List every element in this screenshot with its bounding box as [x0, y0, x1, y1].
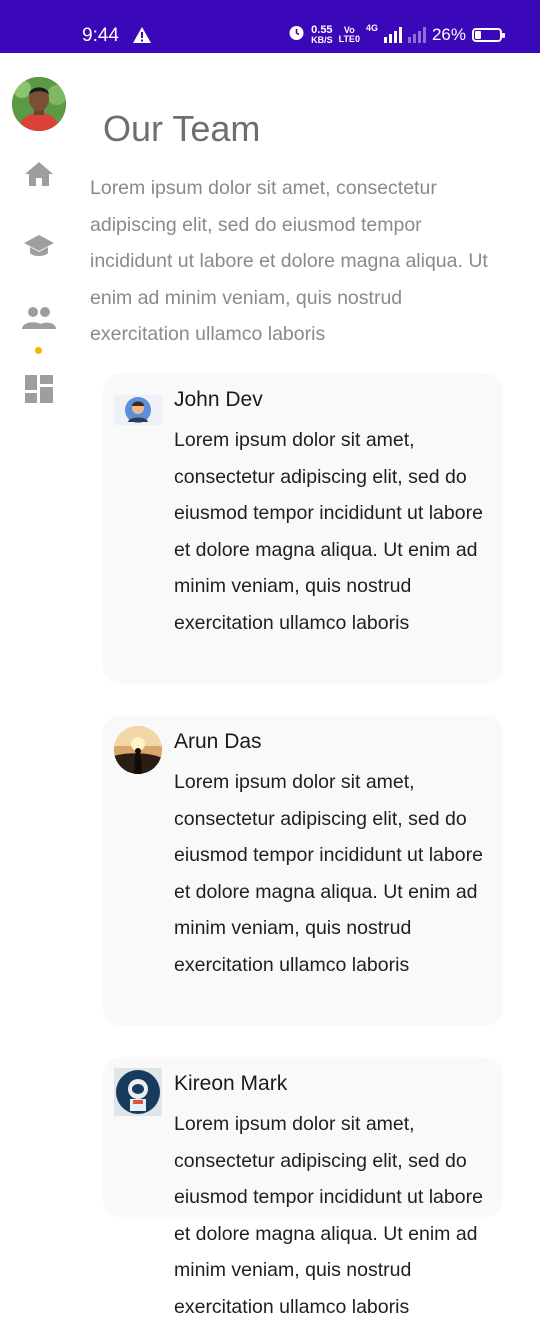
signal-icon — [383, 27, 402, 43]
network-type: 4G — [365, 23, 378, 33]
signal-sim2-icon — [407, 27, 426, 43]
avatar — [114, 1068, 162, 1116]
battery-icon — [472, 28, 505, 42]
avatar — [114, 726, 162, 774]
member-name: Arun Das — [174, 730, 262, 753]
member-bio: Lorem ipsum dolor sit amet, consectetur … — [174, 771, 483, 976]
team-card[interactable]: Kireon Mark Lorem ipsum dolor sit amet, … — [103, 1057, 503, 1318]
people-icon[interactable] — [22, 301, 56, 335]
status-time: 9:44 — [82, 25, 119, 46]
dashboard-icon[interactable] — [22, 372, 56, 406]
intro-text: Lorem ipsum dolor sit amet, consectetur … — [90, 177, 488, 346]
network-speed: 0.55 KB/S — [311, 24, 333, 45]
home-icon[interactable] — [22, 157, 56, 191]
status-icons: 0.55 KB/S Vo LTE0 4G 26% — [288, 23, 505, 46]
active-nav-indicator — [35, 347, 42, 354]
status-bar: 9:44 0.55 KB/S Vo LTE0 4G 26% — [0, 0, 540, 53]
side-nav — [0, 53, 78, 453]
volte-indicator: Vo LTE0 — [338, 25, 360, 44]
team-card[interactable]: Arun Das Lorem ipsum dolor sit amet, con… — [103, 715, 503, 1026]
avatar — [114, 395, 162, 425]
alarm-icon — [288, 24, 305, 46]
member-bio: Lorem ipsum dolor sit amet, consectetur … — [174, 429, 483, 634]
school-icon[interactable] — [22, 229, 56, 263]
member-name: Kireon Mark — [174, 1072, 288, 1095]
profile-avatar[interactable] — [12, 77, 66, 131]
member-name: John Dev — [174, 388, 263, 411]
member-bio: Lorem ipsum dolor sit amet, consectetur … — [174, 1113, 483, 1318]
team-card[interactable]: John Dev Lorem ipsum dolor sit amet, con… — [103, 373, 503, 684]
page-title: Our Team — [103, 108, 261, 149]
battery-percent: 26% — [431, 25, 466, 44]
warning-icon — [133, 27, 151, 48]
